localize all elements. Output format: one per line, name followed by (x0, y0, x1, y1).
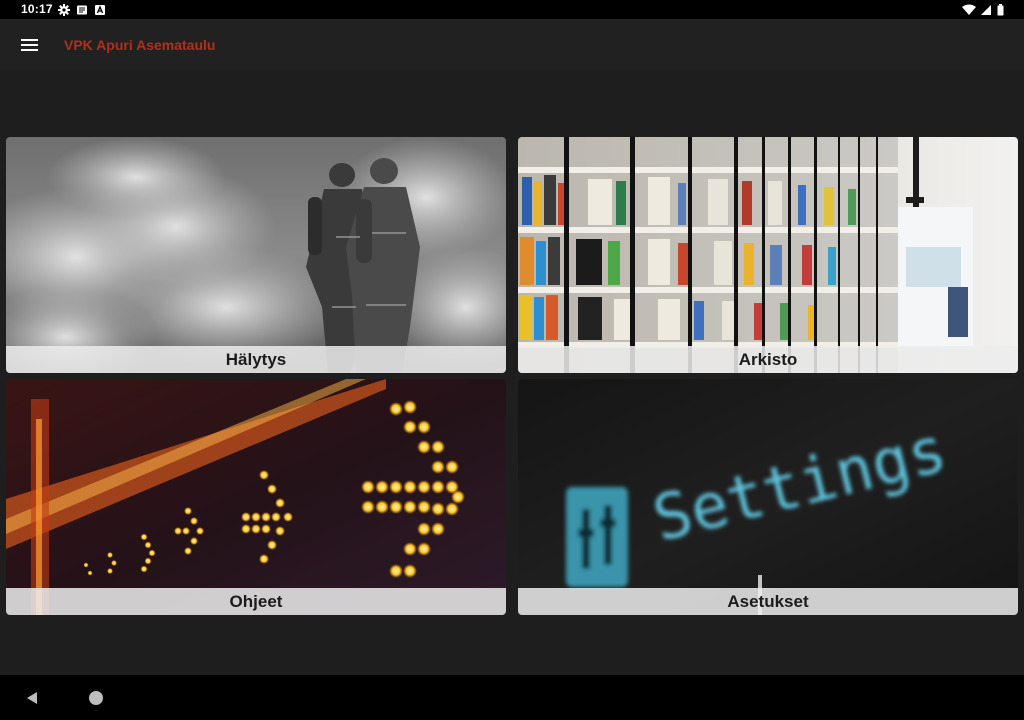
tile-ohjeet[interactable]: Ohjeet (6, 379, 506, 615)
font-a-icon (95, 4, 105, 15)
back-triangle-icon[interactable] (24, 690, 40, 706)
firefighters-in-smoke-image (6, 137, 506, 373)
tile-arkisto[interactable]: Arkisto (518, 137, 1018, 373)
notes-icon (77, 5, 87, 14)
led-arrow-signs-image (6, 379, 506, 615)
menu-line (20, 44, 38, 46)
app-bar: VPK Apuri Asemataulu (0, 19, 1024, 70)
tile-label: Hälytys (6, 346, 506, 373)
settings-screen-image: Settings (518, 379, 1018, 615)
battery-icon (997, 3, 1004, 15)
navigation-bar (0, 675, 1024, 720)
status-time: 10:17 (21, 2, 53, 16)
wifi-icon (962, 4, 976, 15)
gear-icon (58, 3, 70, 16)
status-system-icons (962, 3, 1004, 16)
menu-line (20, 39, 38, 41)
tile-asetukset[interactable]: Settings Asetukset (518, 379, 1018, 615)
menu-line (20, 49, 38, 51)
tile-label: Asetukset (518, 588, 1018, 615)
hamburger-menu-icon[interactable] (14, 30, 44, 60)
app-title: VPK Apuri Asemataulu (64, 37, 216, 53)
cell-signal-icon (981, 4, 991, 15)
status-bar: 10:17 (0, 0, 1024, 19)
status-notification-icons (58, 3, 106, 16)
main-content: Hälytys Arkisto Ohjeet Settings Asetukse… (0, 70, 1024, 675)
tile-label: Arkisto (518, 346, 1018, 373)
home-circle-icon[interactable] (89, 691, 103, 705)
tile-halytys[interactable]: Hälytys (6, 137, 506, 373)
library-bookshelves-image (518, 137, 1018, 373)
tile-label: Ohjeet (6, 588, 506, 615)
